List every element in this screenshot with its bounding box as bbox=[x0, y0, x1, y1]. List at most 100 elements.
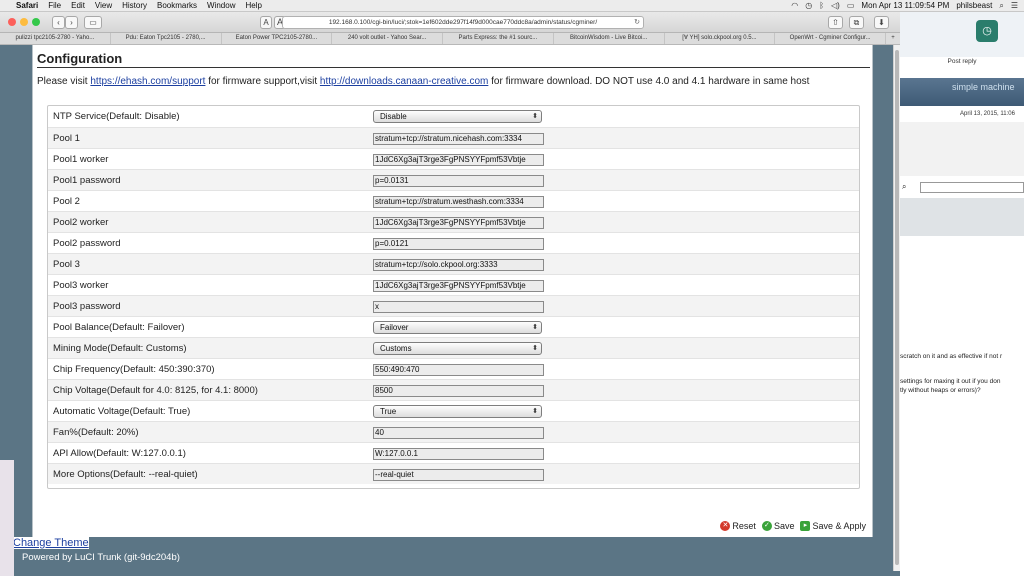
forum-search-input[interactable] bbox=[920, 181, 1024, 193]
config-label: API Allow(Default: W:127.0.0.1) bbox=[53, 448, 186, 459]
background-window[interactable]: ◷ Post reply simple machine April 13, 20… bbox=[900, 12, 1024, 576]
config-row: Chip Frequency(Default: 450:390:370) 550:… bbox=[48, 358, 859, 379]
menu-view[interactable]: View bbox=[95, 1, 112, 10]
config-input[interactable]: p=0.0131 bbox=[373, 175, 544, 187]
reload-icon[interactable]: ↻ bbox=[634, 17, 640, 28]
time-machine-icon[interactable]: ◷ bbox=[805, 1, 812, 10]
text-smaller-button[interactable]: A bbox=[260, 15, 272, 29]
select-value: Customs bbox=[380, 344, 412, 353]
bookmark-tab[interactable]: pulizzi tpc2105-2780 - Yaho... bbox=[0, 33, 111, 44]
desktop-background bbox=[0, 460, 14, 576]
save-apply-button[interactable]: ▸ Save & Apply bbox=[800, 521, 866, 531]
volume-icon[interactable]: ◁) bbox=[831, 1, 840, 10]
menu-help[interactable]: Help bbox=[245, 1, 261, 10]
updown-arrows-icon: ⬍ bbox=[532, 324, 538, 331]
config-label: Chip Frequency(Default: 450:390:370) bbox=[53, 364, 215, 375]
page-scrollbar[interactable] bbox=[893, 45, 900, 571]
config-label: Fan%(Default: 20%) bbox=[53, 427, 139, 438]
forum-search-row: ⌕ bbox=[900, 180, 1024, 194]
bookmark-tab[interactable]: BitcoinWisdom - Live Bitcoi... bbox=[554, 33, 665, 44]
config-input[interactable]: 1JdC6Xg3ajT3rge3FgPNSYYFpmf53Vbtje bbox=[373, 154, 544, 166]
background-window-toolbar: ◷ bbox=[900, 12, 1024, 57]
ehash-support-link[interactable]: https://ehash.com/support bbox=[90, 76, 205, 87]
config-label: Pool 1 bbox=[53, 133, 80, 144]
config-row: Pool3 password x bbox=[48, 295, 859, 316]
close-window-button[interactable] bbox=[8, 18, 16, 26]
config-input[interactable]: 8500 bbox=[373, 385, 544, 397]
change-theme-link[interactable]: Change Theme bbox=[13, 537, 89, 549]
tabs-icon[interactable]: ⧉ bbox=[849, 16, 864, 29]
new-tab-button[interactable]: + bbox=[886, 33, 900, 44]
config-row: Pool 1 stratum+tcp://stratum.nicehash.com… bbox=[48, 127, 859, 148]
forward-button[interactable]: › bbox=[65, 15, 78, 29]
canaan-download-link[interactable]: http://downloads.canaan-creative.com bbox=[320, 76, 488, 87]
bookmark-tab[interactable]: [∀ YH] solo.ckpool.org 0.5... bbox=[665, 33, 776, 44]
menu-edit[interactable]: Edit bbox=[71, 1, 85, 10]
post-reply-link[interactable]: Post reply bbox=[900, 58, 1024, 65]
config-select[interactable]: Customs ⬍ bbox=[373, 342, 542, 355]
battery-icon[interactable]: ▭ bbox=[847, 1, 855, 10]
bookmark-tab[interactable]: 240 volt outlet - Yahoo Sear... bbox=[332, 33, 443, 44]
config-input[interactable]: --real-quiet bbox=[373, 469, 544, 481]
notice-text: for firmware download. DO NOT use 4.0 an… bbox=[488, 76, 810, 87]
config-row: Pool 3 stratum+tcp://solo.ckpool.org:3333 bbox=[48, 253, 859, 274]
macos-menu-bar: Safari File Edit View History Bookmarks … bbox=[0, 0, 1024, 12]
downloads-icon[interactable]: ⬇ bbox=[874, 16, 889, 29]
config-input[interactable]: x bbox=[373, 301, 544, 313]
sidebar-toggle-button[interactable]: ▭ bbox=[84, 15, 102, 29]
config-input[interactable]: 1JdC6Xg3ajT3rge3FgPNSYYFpmf53Vbtje bbox=[373, 217, 544, 229]
menu-bookmarks[interactable]: Bookmarks bbox=[157, 1, 197, 10]
config-label: More Options(Default: --real-quiet) bbox=[53, 469, 198, 480]
config-input[interactable]: p=0.0121 bbox=[373, 238, 544, 250]
bookmark-tab[interactable]: Parts Express: the #1 sourc... bbox=[443, 33, 554, 44]
share-icon[interactable]: ⇧ bbox=[828, 16, 843, 29]
menu-clock[interactable]: Mon Apr 13 11:09:54 PM bbox=[861, 1, 949, 10]
notice-text: for firmware support,visit bbox=[205, 76, 320, 87]
search-icon: ⌕ bbox=[902, 182, 907, 191]
config-input[interactable]: stratum+tcp://solo.ckpool.org:3333 bbox=[373, 259, 544, 271]
config-select[interactable]: True ⬍ bbox=[373, 405, 542, 418]
firmware-notice: Please visit https://ehash.com/support f… bbox=[37, 76, 809, 87]
minimize-window-button[interactable] bbox=[20, 18, 28, 26]
menu-user[interactable]: philsbeast bbox=[956, 1, 992, 10]
menu-file[interactable]: File bbox=[48, 1, 61, 10]
bookmark-tab[interactable]: Eaton Power TPC2105-2780... bbox=[222, 33, 333, 44]
bookmark-tab[interactable]: OpenWrt - Cgminer Configur... bbox=[775, 33, 886, 44]
bluetooth-icon[interactable]: ᛒ bbox=[819, 1, 824, 10]
config-input[interactable]: 550:490:470 bbox=[373, 364, 544, 376]
config-label: Pool Balance(Default: Failover) bbox=[53, 322, 185, 333]
spotlight-icon[interactable]: ⌕ bbox=[999, 1, 1003, 11]
config-input[interactable]: stratum+tcp://stratum.nicehash.com:3334 bbox=[373, 133, 544, 145]
app-icon[interactable]: ◷ bbox=[976, 20, 998, 42]
menu-app-name[interactable]: Safari bbox=[16, 1, 38, 10]
main-content: Configuration Please visit https://ehash… bbox=[32, 45, 873, 537]
reset-icon: ✕ bbox=[720, 521, 731, 531]
reset-label: Reset bbox=[732, 521, 756, 531]
config-input[interactable]: W:127.0.0.1 bbox=[373, 448, 544, 460]
config-label: NTP Service(Default: Disable) bbox=[53, 111, 180, 122]
config-label: Pool1 worker bbox=[53, 154, 109, 165]
config-input[interactable]: 40 bbox=[373, 427, 544, 439]
scrollbar-thumb[interactable] bbox=[895, 50, 899, 565]
title-divider bbox=[37, 67, 870, 68]
config-input[interactable]: stratum+tcp://stratum.westhash.com:3334 bbox=[373, 196, 544, 208]
menu-history[interactable]: History bbox=[122, 1, 147, 10]
config-label: Pool2 password bbox=[53, 238, 121, 249]
config-row: Pool2 worker 1JdC6Xg3ajT3rge3FgPNSYYFpmf5… bbox=[48, 211, 859, 232]
config-label: Pool1 password bbox=[53, 175, 121, 186]
save-button[interactable]: ✓ Save bbox=[761, 521, 794, 531]
notification-center-icon[interactable]: ☰ bbox=[1011, 1, 1018, 10]
bookmark-tab[interactable]: Pdu: Eaton Tpc2105 - 2780,... bbox=[111, 33, 222, 44]
forum-text: tly without heaps or errors)? bbox=[900, 387, 981, 394]
address-bar[interactable]: 192.168.0.100/cgi-bin/luci/;stok=1ef602d… bbox=[282, 16, 644, 29]
config-select[interactable]: Disable ⬍ bbox=[373, 110, 542, 123]
config-select[interactable]: Failover ⬍ bbox=[373, 321, 542, 334]
back-button[interactable]: ‹ bbox=[52, 15, 65, 29]
zoom-window-button[interactable] bbox=[32, 18, 40, 26]
wifi-icon[interactable]: ◠ bbox=[791, 1, 798, 10]
menu-window[interactable]: Window bbox=[207, 1, 235, 10]
reset-button[interactable]: ✕ Reset bbox=[720, 521, 756, 531]
nav-buttons: ‹ › bbox=[52, 15, 78, 29]
config-row: Mining Mode(Default: Customs) Customs ⬍ bbox=[48, 337, 859, 358]
config-input[interactable]: 1JdC6Xg3ajT3rge3FgPNSYYFpmf53Vbtje bbox=[373, 280, 544, 292]
